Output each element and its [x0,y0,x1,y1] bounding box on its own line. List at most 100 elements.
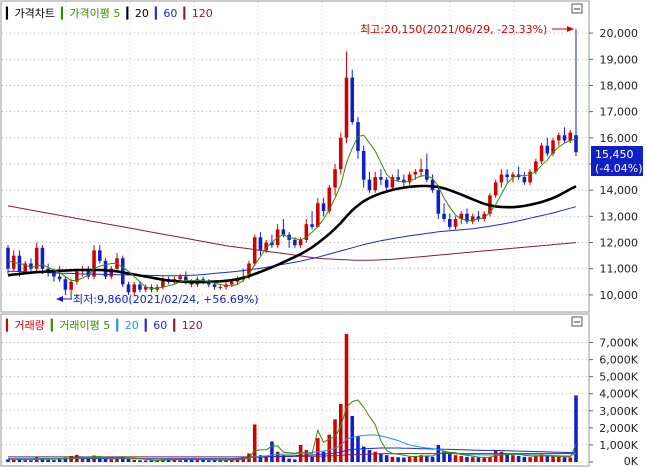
volume-bar [482,457,486,462]
volume-bar [373,451,377,462]
volume-bar [505,454,509,462]
price-tick-label: 16,000 [600,132,639,145]
candle-down [447,218,452,227]
candle-down [6,247,10,269]
volume-bar [264,456,268,462]
candle-down [574,135,578,153]
volume-bar [562,457,567,462]
candle-up [132,284,137,293]
volume-bar [109,459,114,462]
candle-up [338,137,343,170]
legend-entry: 60 [153,319,167,332]
price-tick-label: 10,000 [600,289,639,302]
legend-entry: 120 [192,7,213,20]
candle-down [29,263,33,269]
high-annotation: 최고:20,150(2021/06/29, -23.33%) [360,23,547,36]
candle-down [293,239,297,246]
volume-bar [528,457,532,462]
candle-up [298,239,303,246]
volume-bar [425,455,429,462]
legend-entry: 가격차트 [14,7,54,20]
candle-down [396,177,400,180]
legend-marker: ▎ [115,318,124,332]
volume-tick-label: 6,000K [599,354,638,367]
candle-down [562,135,567,141]
volume-panel-frame [0,313,590,467]
volume-bar [201,459,205,462]
candle-down [384,179,389,188]
legend-entry: 거래이평 5 [59,319,110,332]
volume-bar [447,453,452,462]
candle-up [453,218,458,227]
volume-bar [384,455,389,462]
legend-marker: ▎ [144,318,153,332]
volume-bar [143,460,148,462]
volume-bar [476,457,481,462]
candle-up [470,216,475,222]
volume-bar [465,456,469,462]
volume-bar [23,460,27,462]
volume-bar [522,456,527,462]
volume-bar [413,456,418,462]
candle-down [57,276,62,280]
price-tick-label: 17,000 [600,106,639,119]
candle-down [505,174,509,178]
legend-marker: ▎ [154,6,163,20]
volume-tick-label: 3,000K [599,405,638,418]
candle-down [281,229,286,235]
volume-y-axis: 7,000K 6,000K 5,000K 4,000K 3,000K 2,000K 1,00… [589,337,639,467]
volume-bar [149,460,154,462]
volume-tick-label: 1,000K [599,439,638,452]
volume-bar [430,456,435,462]
legend-marker: ▎ [125,6,134,20]
volume-bar [310,456,314,462]
legend-marker: ▎ [60,6,69,20]
candle-up [539,145,544,162]
candle-down [379,177,383,180]
volume-bar [459,456,464,462]
legend-entry: 120 [182,319,203,332]
volume-bar [557,456,561,462]
volume-bar [52,460,56,462]
volume-bar [103,458,108,462]
candle-down [442,213,446,219]
chart-canvas: 20,00019,00018,00017,00016,00015,00014,0… [0,0,643,467]
volume-bar [545,455,550,462]
volume-bar [534,456,538,462]
volume-bar [287,458,291,462]
candle-down [63,279,68,290]
volume-bar [138,460,142,462]
volume-bar [270,441,274,462]
legend-entry: 거래량 [14,319,44,332]
volume-bar [367,450,372,462]
volume-bar [293,459,297,462]
price-tick-label: 18,000 [600,79,639,92]
legend-entry: 20 [135,7,149,20]
volume-bar [511,455,515,462]
current-change: (-4.04%) [595,162,643,175]
candle-up [373,177,377,191]
candle-down [367,179,372,191]
legend-marker: ▎ [182,6,191,20]
volume-bar [453,455,458,462]
candle-down [350,77,355,123]
candle-up [413,171,418,175]
candle-down [98,250,102,261]
legend-entry: 가격이평 5 [69,7,120,20]
volume-tick-label: 0K [624,455,639,467]
candle-up [252,237,257,264]
candle-up [499,174,504,183]
volume-bar [29,460,33,462]
volume-bar [212,460,217,462]
price-tick-label: 14,000 [600,184,639,197]
candle-up [178,276,182,280]
candle-down [361,150,366,180]
volume-bar [568,457,573,462]
volume-bar [207,460,211,462]
price-tick-label: 13,000 [600,210,639,223]
candle-up [92,250,96,277]
volume-legend: ▎거래량 ▎거래이평 5 ▎20 ▎60 ▎120 [5,318,203,332]
price-tick-label: 12,000 [600,237,639,250]
legend-entry: 60 [163,7,177,20]
volume-bar [516,456,521,462]
